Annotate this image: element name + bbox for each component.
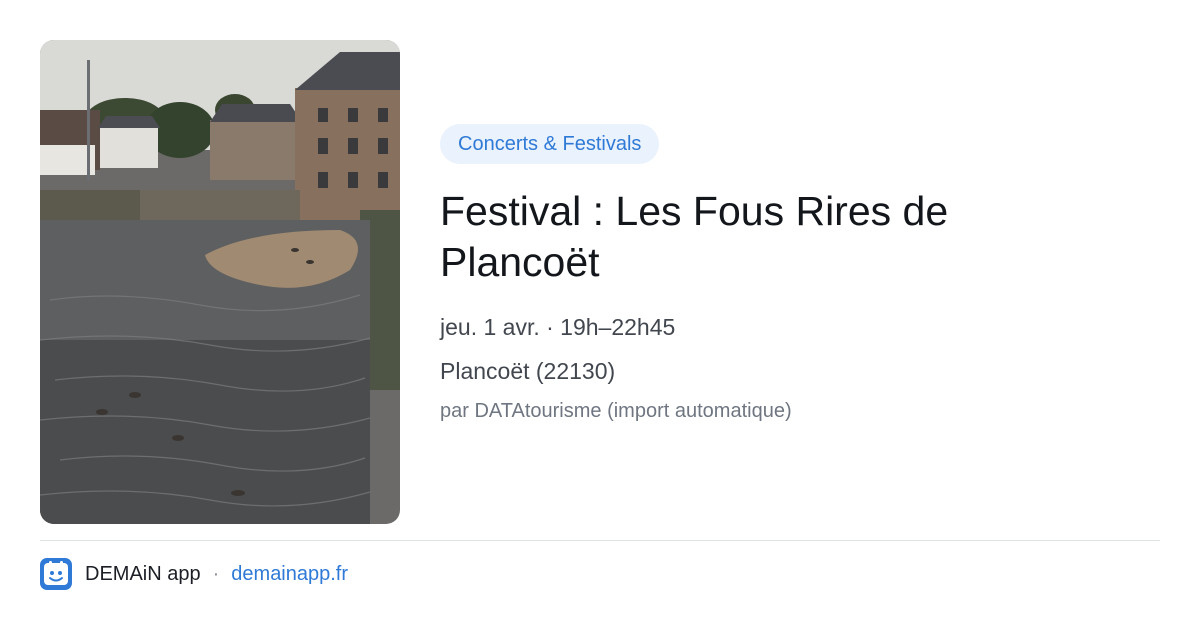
event-photo <box>40 40 400 524</box>
event-datetime: jeu. 1 avr. · 19h–22h45 <box>440 314 676 340</box>
footer-separator: · <box>212 562 220 585</box>
event-source: par DATAtourisme (import automatique) <box>440 400 792 422</box>
river-mill-image <box>40 40 400 524</box>
event-info: Concerts & Festivals Festival : Les Fous… <box>440 124 1160 424</box>
site-link[interactable]: demainapp.fr <box>231 563 348 586</box>
calendar-face-icon <box>40 558 72 590</box>
app-name: DEMAiN app <box>85 562 201 585</box>
event-location: Plancoët (22130) <box>440 358 616 384</box>
category-chip[interactable]: Concerts & Festivals <box>440 124 660 164</box>
footer: DEMAiN app · demainapp.fr <box>40 557 348 591</box>
event-title: Festival : Les Fous Rires de Plancoët <box>440 188 949 285</box>
footer-divider <box>40 540 1160 541</box>
